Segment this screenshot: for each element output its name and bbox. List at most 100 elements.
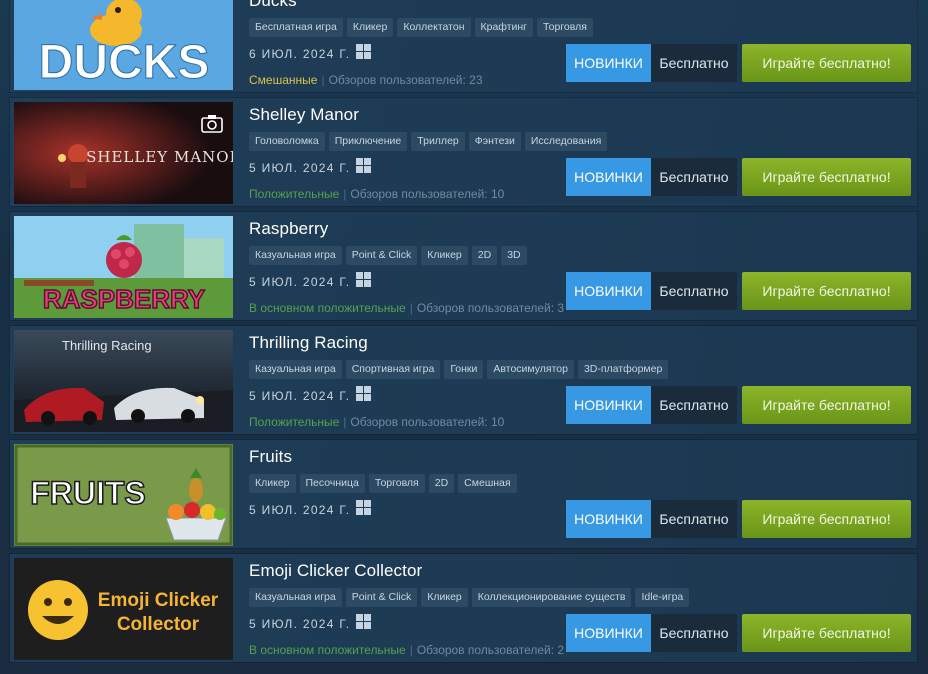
raspberry-thumb-text: RASPBERRY (43, 284, 205, 314)
game-row[interactable]: SHELLEY MANOR Shelley Manor Головоломка П… (10, 98, 917, 206)
game-tag[interactable]: Кликер (421, 246, 468, 265)
release-date: 6 ИЮЛ. 2024 Г. (249, 47, 351, 61)
game-title[interactable]: Raspberry (249, 219, 328, 239)
game-tag[interactable]: Спортивная игра (345, 360, 441, 379)
release-date: 5 ИЮЛ. 2024 Г. (249, 161, 351, 175)
game-tag[interactable]: 3D (501, 246, 527, 265)
game-row[interactable]: Emoji Clicker Collector Emoji Clicker Co… (10, 554, 917, 662)
game-tag[interactable]: Гонки (444, 360, 484, 379)
review-label: Положительные (249, 415, 340, 429)
tag-list: Казуальная игра Спортивная игра Гонки Автос… (249, 360, 669, 379)
game-tag[interactable]: Казуальная игра (249, 588, 342, 607)
review-count: Обзоров пользователей: 10 (350, 415, 505, 429)
game-title[interactable]: Ducks (249, 0, 297, 11)
game-row[interactable]: RASPBERRY Raspberry Казуальная игра Point… (10, 212, 917, 320)
release-date: 5 ИЮЛ. 2024 Г. (249, 503, 351, 517)
review-summary: В основном положительные | Обзоров пользов… (249, 643, 564, 657)
game-tag[interactable]: Point & Click (345, 246, 418, 265)
game-tag[interactable]: Головоломка (249, 132, 325, 151)
game-title[interactable]: Thrilling Racing (249, 333, 368, 353)
review-separator: | (409, 643, 413, 657)
game-thumbnail[interactable]: Thrilling Racing (14, 330, 233, 432)
new-badge: НОВИНКИ (566, 500, 651, 538)
fruits-thumbnail-art: FRUITS (14, 444, 233, 546)
game-tag[interactable]: 2D (471, 246, 498, 265)
tag-list: Казуальная игра Point & Click Кликер Коллек… (249, 588, 690, 607)
game-tag[interactable]: Фэнтези (468, 132, 521, 151)
game-tag[interactable]: Бесплатная игра (249, 18, 343, 37)
windows-icon (356, 272, 372, 288)
game-thumbnail[interactable]: Emoji Clicker Collector (14, 558, 233, 660)
new-badge: НОВИНКИ (566, 614, 651, 652)
game-row[interactable]: Thrilling Racing Thrilling Racing Казуал… (10, 326, 917, 434)
review-count: Обзоров пользователей: 2 (416, 643, 565, 657)
review-count: Обзоров пользователей: 23 (328, 73, 483, 87)
tag-list: Кликер Песочница Торговля 2D Смешная (249, 474, 517, 493)
game-tag[interactable]: Приключение (328, 132, 408, 151)
price-label: Бесплатно (651, 272, 737, 310)
game-title[interactable]: Fruits (249, 447, 292, 467)
windows-icon (356, 386, 372, 402)
game-thumbnail[interactable]: SHELLEY MANOR (14, 102, 233, 204)
new-badge: НОВИНКИ (566, 44, 651, 82)
review-separator: | (343, 415, 347, 429)
windows-icon (356, 44, 372, 60)
windows-icon (356, 500, 372, 516)
game-tag[interactable]: Кликер (346, 18, 394, 37)
play-free-button[interactable]: Играйте бесплатно! (742, 614, 911, 652)
fruits-thumb-text: FRUITS (30, 475, 146, 511)
game-tag[interactable]: Idle-игра (635, 588, 690, 607)
game-tag[interactable]: Кликер (421, 588, 468, 607)
game-title[interactable]: Shelley Manor (249, 105, 359, 125)
game-tag[interactable]: Коллекционирование существ (471, 588, 632, 607)
game-title[interactable]: Emoji Clicker Collector (249, 561, 422, 581)
racing-thumbnail-art: Thrilling Racing (14, 330, 233, 432)
release-date: 5 ИЮЛ. 2024 Г. (249, 389, 351, 403)
game-thumbnail[interactable]: RASPBERRY (14, 216, 233, 318)
shelley-thumb-text: SHELLEY MANOR (86, 148, 233, 166)
price-label: Бесплатно (651, 44, 737, 82)
emoji-thumbnail-art: Emoji Clicker Collector (14, 558, 233, 660)
release-date: 5 ИЮЛ. 2024 Г. (249, 275, 351, 289)
play-free-button[interactable]: Играйте бесплатно! (742, 44, 911, 82)
game-tag[interactable]: Торговля (537, 18, 593, 37)
review-label: Положительные (249, 187, 340, 201)
review-summary: Положительные | Обзоров пользователей: 10 (249, 187, 504, 201)
play-free-button[interactable]: Играйте бесплатно! (742, 386, 911, 424)
new-badge: НОВИНКИ (566, 386, 651, 424)
game-tag[interactable]: Исследования (524, 132, 608, 151)
game-tag[interactable]: Торговля (368, 474, 425, 493)
new-badge: НОВИНКИ (566, 272, 651, 310)
game-thumbnail[interactable]: FRUITS (14, 444, 233, 546)
game-tag[interactable]: Коллектатон (397, 18, 471, 37)
review-label: В основном положительные (249, 643, 406, 657)
game-tag[interactable]: Автосимулятор (487, 360, 574, 379)
review-summary: Смешанные | Обзоров пользователей: 23 (249, 73, 483, 87)
review-separator: | (321, 73, 325, 87)
ducks-thumbnail-art: DUCKS (14, 0, 233, 90)
game-tag[interactable]: Крафтинг (474, 18, 534, 37)
shelley-thumbnail-art: SHELLEY MANOR (14, 102, 233, 204)
new-badge: НОВИНКИ (566, 158, 651, 196)
windows-icon (356, 614, 372, 630)
game-row[interactable]: DUCKS Ducks Бесплатная игра Кликер Коллект… (10, 0, 917, 92)
game-row[interactable]: FRUITS Fruits Кликер Песочница Торговля 2D С… (10, 440, 917, 548)
game-tag[interactable]: Песочница (299, 474, 365, 493)
game-tag[interactable]: Кликер (249, 474, 296, 493)
game-tag[interactable]: Казуальная игра (249, 246, 342, 265)
review-count: Обзоров пользователей: 3 (416, 301, 565, 315)
emoji-thumb-text-2: Collector (117, 614, 200, 635)
racing-thumb-text: Thrilling Racing (62, 338, 152, 353)
game-tag[interactable]: Триллер (411, 132, 465, 151)
review-label: В основном положительные (249, 301, 406, 315)
play-free-button[interactable]: Играйте бесплатно! (742, 272, 911, 310)
game-tag[interactable]: Point & Click (345, 588, 418, 607)
game-tag[interactable]: Смешная (458, 474, 517, 493)
game-tag[interactable]: Казуальная игра (249, 360, 342, 379)
game-thumbnail[interactable]: DUCKS (14, 0, 233, 90)
game-tag[interactable]: 2D (428, 474, 455, 493)
review-summary: Положительные | Обзоров пользователей: 10 (249, 415, 504, 429)
play-free-button[interactable]: Играйте бесплатно! (742, 158, 911, 196)
play-free-button[interactable]: Играйте бесплатно! (742, 500, 911, 538)
game-tag[interactable]: 3D-платформер (577, 360, 669, 379)
